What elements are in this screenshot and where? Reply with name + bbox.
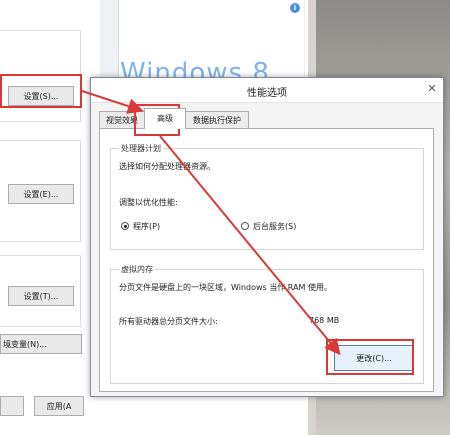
arrow-to-advanced-tab — [81, 90, 144, 114]
tab-advanced[interactable]: 高级 — [144, 108, 186, 129]
arrow-to-change-button — [159, 135, 341, 356]
annotation-arrows — [81, 90, 341, 356]
